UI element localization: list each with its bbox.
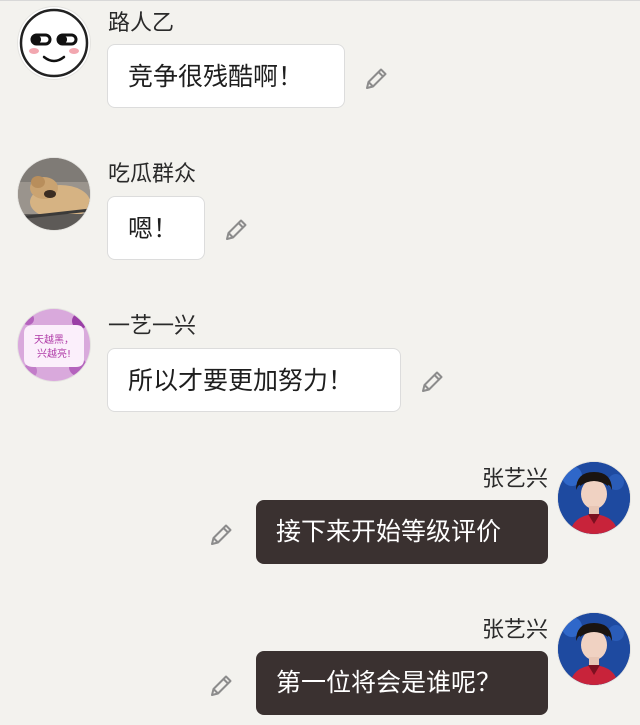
avatar-text-line: 天越黑， [34,333,74,346]
man-portrait-avatar[interactable] [558,613,630,685]
pencil-icon[interactable] [207,672,235,700]
man-portrait-avatar[interactable] [558,462,630,534]
sender-name: 张艺兴 [481,618,548,643]
pencil-icon[interactable] [362,65,390,93]
avatar-text-line: 兴越亮! [37,347,71,360]
message-bubble[interactable]: 竞争很残酷啊！ [107,44,345,108]
dog-photo-avatar[interactable] [18,158,90,230]
meme-face-avatar[interactable] [18,7,90,79]
sender-name: 路人乙 [108,11,175,36]
pencil-icon[interactable] [222,216,250,244]
message-bubble[interactable]: 接下来开始等级评价 [256,500,548,564]
slogan-sticker-avatar[interactable]: 天越黑， 兴越亮! [18,309,90,381]
message-bubble[interactable]: 第一位将会是谁呢？ [256,651,548,715]
sender-name: 张艺兴 [481,467,548,492]
message-bubble[interactable]: 所以才要更加努力！ [107,348,401,412]
pencil-icon[interactable] [207,521,235,549]
message-bubble[interactable]: 嗯！ [107,196,205,260]
pencil-icon[interactable] [418,368,446,396]
sender-name: 吃瓜群众 [108,162,197,187]
sender-name: 一艺一兴 [108,314,197,339]
